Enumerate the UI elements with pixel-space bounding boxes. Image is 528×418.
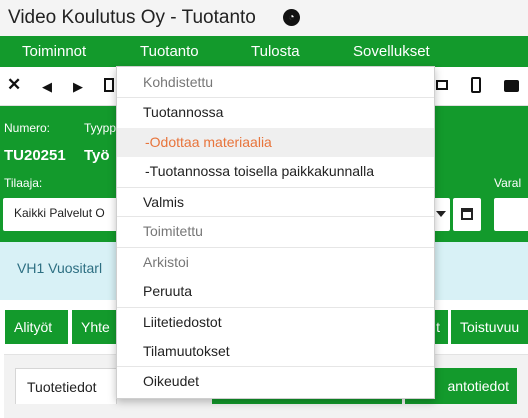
dropdown-item[interactable]: Valmis (117, 188, 434, 217)
briefcase-icon[interactable] (504, 80, 519, 92)
menu-sovellukset[interactable]: Sovellukset (353, 43, 430, 60)
dropdown-divider (117, 97, 434, 98)
title-bar: Video Koulutus Oy - Tuotanto ◔ (0, 0, 528, 36)
dropdown-item[interactable]: Tilamuutokset (117, 337, 434, 366)
dropdown-divider (117, 247, 434, 248)
close-icon[interactable]: ✕ (7, 75, 21, 95)
dropdown-divider (117, 366, 434, 367)
menu-tulosta[interactable]: Tulosta (251, 43, 300, 60)
menu-toiminnot[interactable]: Toiminnot (22, 43, 86, 60)
dropdown-divider (117, 216, 434, 217)
speedometer-icon[interactable]: ◔ (283, 9, 300, 26)
dropdown-item[interactable]: -Odottaa materiaalia (117, 128, 434, 157)
varaus-label: Varal (494, 176, 522, 190)
tilaaja-select-value: Kaikki Palvelut O (14, 206, 105, 220)
chevron-left-icon[interactable]: ◀ (42, 77, 52, 97)
varaus-input[interactable] (494, 198, 528, 231)
email-icon[interactable] (436, 80, 448, 90)
dropdown-item[interactable]: Peruuta (117, 277, 434, 306)
dropdown-divider (117, 187, 434, 188)
dropdown-item[interactable]: Arkistoi (117, 248, 434, 277)
dropdown-item[interactable]: Tuotannossa (117, 98, 434, 127)
menu-tuotanto[interactable]: Tuotanto (140, 43, 199, 60)
dropdown-item[interactable]: Liitetiedostot (117, 308, 434, 337)
calendar-button[interactable] (453, 198, 481, 231)
menu-bar: Toiminnot Tuotanto Tulosta Sovellukset (0, 36, 528, 67)
tuotanto-dropdown: Kohdistettu Tuotannossa -Odottaa materiaal… (116, 66, 435, 399)
info-text: VH1 Vuositarl (17, 260, 103, 276)
tilaaja-label: Tilaaja: (4, 176, 43, 190)
caret-down-icon (436, 211, 446, 217)
numero-value: TU20251 (4, 147, 66, 164)
calendar-icon (461, 208, 473, 220)
mobile-icon[interactable] (471, 77, 481, 93)
dropdown-item[interactable]: Oikeudet (117, 367, 434, 396)
tab-alityot[interactable]: Alityöt (5, 310, 68, 344)
tyyppi-value: Työ (84, 147, 110, 164)
dropdown-item[interactable]: Kohdistettu (117, 68, 434, 97)
numero-label: Numero: (4, 121, 51, 135)
tab-toistuvuus[interactable]: Toistuvuu (451, 310, 528, 344)
chevron-right-icon[interactable]: ▶ (73, 77, 83, 97)
tyyppi-label: Tyyppi (84, 121, 119, 135)
dropdown-item[interactable]: -Tuotannossa toisella paikkakunnalla (117, 157, 434, 186)
dropdown-item[interactable]: Toimitettu (117, 217, 434, 246)
dropdown-divider (117, 307, 434, 308)
window-title: Video Koulutus Oy - Tuotanto (8, 7, 256, 28)
subtab-tuotetiedot[interactable]: Tuotetiedot (15, 368, 117, 404)
document-icon[interactable] (104, 78, 114, 92)
